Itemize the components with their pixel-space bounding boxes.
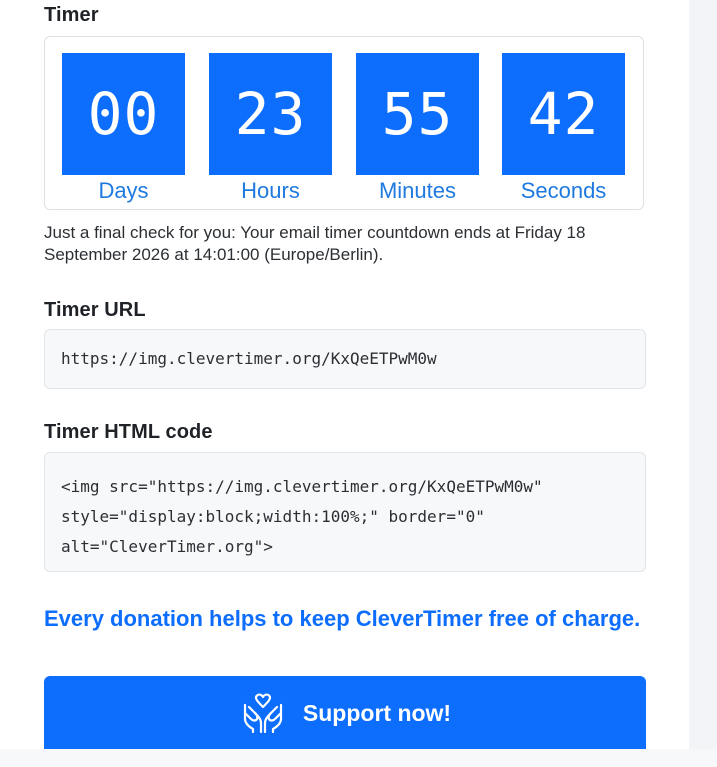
hours-value: 23	[209, 53, 332, 175]
timer-url-field[interactable]: https://img.clevertimer.org/KxQeETPwM0w	[44, 329, 646, 389]
timer-heading: Timer	[44, 4, 99, 26]
countdown-end-note: Just a final check for you: Your email t…	[44, 223, 586, 264]
timer-unit-minutes: 55 Minutes	[356, 53, 479, 206]
code-line: alt="CleverTimer.org">	[61, 537, 273, 556]
hours-label: Hours	[241, 178, 300, 203]
days-value: 00	[62, 53, 185, 175]
page: Timer 00 Days 23 Hours 55 Minutes 42 Sec…	[0, 0, 717, 767]
bottom-gutter	[0, 749, 717, 767]
seconds-label: Seconds	[520, 178, 607, 203]
timer-unit-seconds: 42 Seconds	[502, 53, 625, 206]
right-gutter	[689, 0, 717, 767]
code-line: <img src="https://img.clevertimer.org/Kx…	[61, 477, 543, 496]
timer-url-heading: Timer URL	[44, 299, 146, 321]
donation-message: Every donation helps to keep CleverTimer…	[44, 606, 641, 631]
hands-heart-icon	[239, 693, 287, 734]
timer-html-code-field[interactable]: <img src="https://img.clevertimer.org/Kx…	[44, 452, 646, 572]
minutes-label: Minutes	[378, 178, 457, 203]
code-line: style="display:block;width:100%;" border…	[61, 507, 485, 526]
timer-preview: 00 Days 23 Hours 55 Minutes 42 Seconds	[44, 36, 644, 210]
timer-html-code-heading: Timer HTML code	[44, 421, 213, 443]
content-panel: Timer 00 Days 23 Hours 55 Minutes 42 Sec…	[0, 0, 689, 750]
days-label: Days	[98, 178, 149, 203]
seconds-value: 42	[502, 53, 625, 175]
minutes-value: 55	[356, 53, 479, 175]
support-now-label: Support now!	[302, 699, 452, 726]
support-now-button[interactable]: Support now!	[44, 676, 646, 750]
timer-unit-days: 00 Days	[62, 53, 185, 206]
timer-unit-hours: 23 Hours	[209, 53, 332, 206]
